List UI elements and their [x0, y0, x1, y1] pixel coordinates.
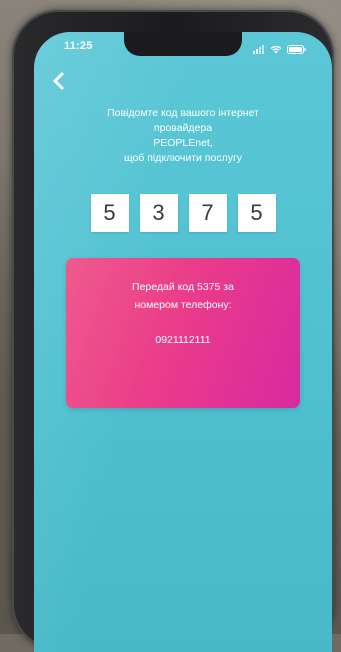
instruction-line-4: щоб підключити послугу [123, 152, 243, 164]
instruction-line-3: PEOPLEnet, [153, 137, 213, 149]
signal-bars-icon [253, 41, 265, 59]
instruction-line-2: провайдера [153, 122, 213, 134]
code-display: 5 3 7 5 [34, 194, 332, 232]
chevron-left-icon [52, 72, 64, 95]
instruction-text: Повідомте код вашого інтернет провайдера… [64, 106, 302, 166]
code-digit-box: 5 [237, 194, 276, 232]
app-screen: 11:25 Повідомте код вашого інтернет пров… [34, 32, 332, 652]
status-icons [253, 41, 306, 59]
status-bar: 11:25 [34, 40, 332, 56]
card-phone-number[interactable]: 0921112111 [76, 332, 290, 349]
status-time: 11:25 [64, 40, 93, 52]
instruction-line-1: Повідомте код вашого інтернет [107, 107, 259, 119]
card-instruction-line-2: номером телефону: [134, 299, 232, 311]
card-instruction-line-1: Передай код 5375 за [132, 281, 234, 293]
code-digit-box: 3 [139, 194, 178, 232]
wifi-icon [270, 41, 282, 59]
battery-icon [287, 41, 306, 59]
code-digit-box: 7 [188, 194, 227, 232]
back-button[interactable] [46, 70, 70, 96]
code-digit-box: 5 [90, 194, 129, 232]
phone-frame: 11:25 Повідомте код вашого інтернет пров… [12, 10, 334, 652]
sms-instruction-card: Передай код 5375 за номером телефону: 09… [66, 258, 300, 408]
